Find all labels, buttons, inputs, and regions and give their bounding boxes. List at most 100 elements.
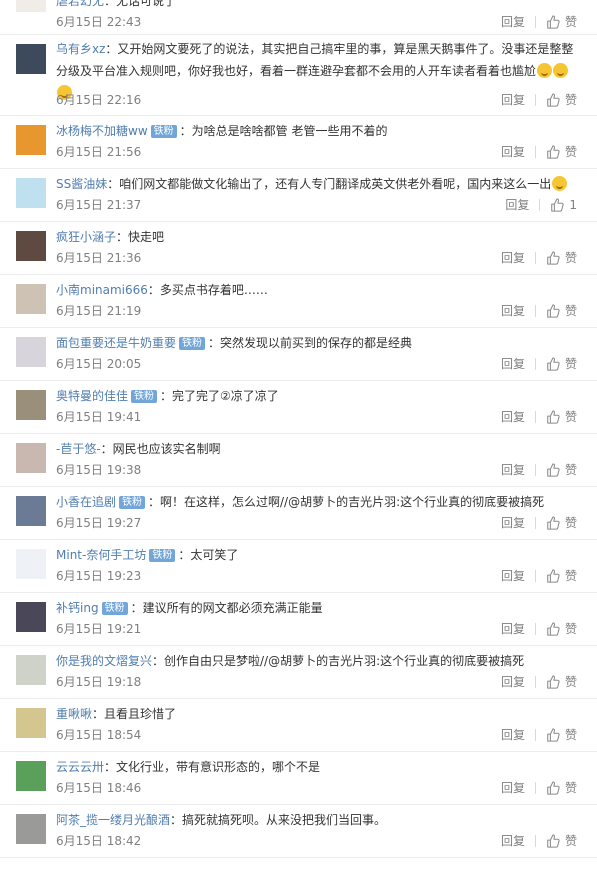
username-link[interactable]: 小南minami666 [56, 283, 148, 297]
avatar[interactable] [16, 708, 46, 738]
like-label: 赞 [564, 675, 577, 689]
comment-actions: 回复 赞 [501, 831, 577, 851]
username-link[interactable]: 阿茶_揽一缕月光酿酒 [56, 813, 170, 827]
reply-button[interactable]: 回复 [501, 513, 525, 533]
fan-badge[interactable]: 铁粉 [150, 125, 177, 138]
comment-actions: 回复 赞 [501, 90, 577, 110]
like-button[interactable]: 1 [550, 195, 577, 215]
comment-content: 云云云卅：文化行业，带有意识形态的，哪个不是 [56, 757, 583, 777]
comment-actions: 回复 赞 [501, 248, 577, 268]
username-link[interactable]: 乌有乡xz [56, 42, 105, 56]
reply-button[interactable]: 回复 [501, 354, 525, 374]
avatar[interactable] [16, 761, 46, 791]
reply-button[interactable]: 回复 [501, 460, 525, 480]
reply-button[interactable]: 回复 [501, 248, 525, 268]
comment-item: -苣于悠-：网民也应该实名制啊 6月15日 19:38 回复 赞 [0, 434, 597, 487]
divider [534, 94, 536, 106]
comment-meta: 6月15日 22:43 回复 赞 [56, 12, 577, 32]
username-link[interactable]: 补钙ing [56, 601, 99, 615]
divider [534, 16, 536, 28]
thumbs-up-icon [547, 569, 560, 583]
reply-button[interactable]: 回复 [501, 407, 525, 427]
comment-content: 重啾啾：且看且珍惜了 [56, 704, 583, 724]
username-link[interactable]: Mint-奈何手工坊 [56, 548, 146, 562]
avatar-image [16, 496, 46, 526]
comment-actions: 回复 赞 [501, 301, 577, 321]
comment-text: ：太可笑了 [178, 548, 239, 562]
fan-badge[interactable]: 铁粉 [179, 337, 206, 350]
like-button[interactable]: 赞 [546, 354, 577, 374]
comment-actions: 回复 赞 [501, 725, 577, 745]
avatar[interactable] [16, 602, 46, 632]
avatar[interactable] [16, 655, 46, 685]
avatar[interactable] [16, 496, 46, 526]
reply-button[interactable]: 回复 [501, 672, 525, 692]
username-link[interactable]: 你是我的文熠复兴 [56, 654, 152, 668]
like-button[interactable]: 赞 [546, 248, 577, 268]
like-button[interactable]: 赞 [546, 12, 577, 32]
fan-badge[interactable]: 铁粉 [149, 549, 176, 562]
username-link[interactable]: 虐若幻无 [56, 0, 104, 8]
reply-button[interactable]: 回复 [501, 142, 525, 162]
reply-button[interactable]: 回复 [501, 301, 525, 321]
avatar[interactable] [16, 337, 46, 367]
like-label: 赞 [564, 834, 577, 848]
like-button[interactable]: 赞 [546, 566, 577, 586]
username-link[interactable]: SS酱油妹 [56, 177, 107, 191]
fan-badge[interactable]: 铁粉 [131, 390, 158, 403]
like-button[interactable]: 赞 [546, 90, 577, 110]
username-link[interactable]: 重啾啾 [56, 707, 92, 721]
username-link[interactable]: 小香在追剧 [56, 495, 116, 509]
avatar[interactable] [16, 814, 46, 844]
like-button[interactable]: 赞 [546, 460, 577, 480]
like-label: 1 [569, 198, 577, 212]
emoji-icon [553, 63, 569, 78]
comment-content: 面包重要还是牛奶重要 铁粉 ：突然发现以前买到的保存的都是经典 [56, 333, 583, 353]
avatar[interactable] [16, 44, 46, 74]
avatar-image [16, 231, 46, 261]
divider [534, 835, 536, 847]
like-label: 赞 [564, 145, 577, 159]
avatar[interactable] [16, 125, 46, 155]
avatar[interactable] [16, 443, 46, 473]
avatar[interactable] [16, 0, 46, 12]
like-button[interactable]: 赞 [546, 725, 577, 745]
reply-button[interactable]: 回复 [501, 566, 525, 586]
reply-button[interactable]: 回复 [505, 195, 529, 215]
username-link[interactable]: -苣于悠- [56, 442, 101, 456]
reply-button[interactable]: 回复 [501, 12, 525, 32]
reply-button[interactable]: 回复 [501, 831, 525, 851]
like-button[interactable]: 赞 [546, 301, 577, 321]
reply-button[interactable]: 回复 [501, 90, 525, 110]
like-button[interactable]: 赞 [546, 513, 577, 533]
avatar[interactable] [16, 178, 46, 208]
username-link[interactable]: 面包重要还是牛奶重要 [56, 336, 176, 350]
username-link[interactable]: 疯狂小涵子 [56, 230, 116, 244]
reply-button[interactable]: 回复 [501, 725, 525, 745]
like-button[interactable]: 赞 [546, 407, 577, 427]
fan-badge[interactable]: 铁粉 [101, 602, 128, 615]
comment-actions: 回复 赞 [501, 142, 577, 162]
username-link[interactable]: 冰杨梅不加糖ww [56, 124, 148, 138]
fan-badge[interactable]: 铁粉 [119, 496, 146, 509]
username-link[interactable]: 云云云卅 [56, 760, 104, 774]
comment-meta: 6月15日 18:54 回复 赞 [56, 725, 577, 745]
avatar[interactable] [16, 284, 46, 314]
comment-text: ：为啥总是啥啥都管 老管一些用不着的 [179, 124, 388, 138]
username-link[interactable]: 奥特曼的佳佳 [56, 389, 128, 403]
timestamp: 6月15日 19:21 [56, 622, 142, 636]
like-button[interactable]: 赞 [546, 619, 577, 639]
avatar[interactable] [16, 549, 46, 579]
like-button[interactable]: 赞 [546, 142, 577, 162]
reply-button[interactable]: 回复 [501, 619, 525, 639]
comment-content: SS酱油妹：咱们网文都能做文化输出了，还有人专门翻译成英文供老外看呢，国内来这么… [56, 174, 583, 194]
comment-text: ：啊！在这样，怎么过啊//@胡萝卜的吉光片羽:这个行业真的彻底要被搞死 [148, 495, 545, 509]
comment-actions: 回复 赞 [501, 778, 577, 798]
reply-button[interactable]: 回复 [501, 778, 525, 798]
timestamp: 6月15日 18:46 [56, 781, 142, 795]
like-button[interactable]: 赞 [546, 778, 577, 798]
avatar[interactable] [16, 390, 46, 420]
like-button[interactable]: 赞 [546, 831, 577, 851]
like-button[interactable]: 赞 [546, 672, 577, 692]
avatar[interactable] [16, 231, 46, 261]
